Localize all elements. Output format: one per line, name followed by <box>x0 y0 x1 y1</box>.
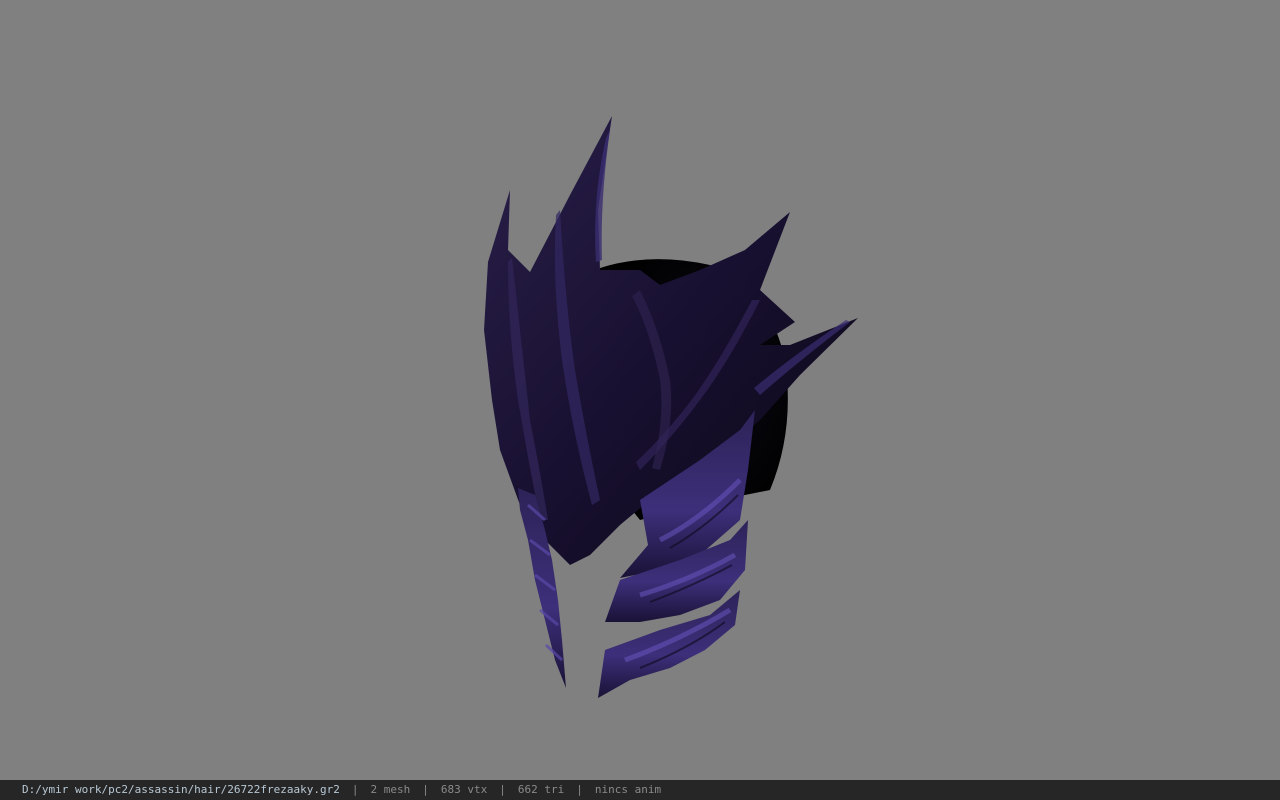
vertex-count-label: 683 vtx <box>440 783 488 796</box>
status-separator: | <box>351 783 359 796</box>
hair-model-render <box>484 116 858 698</box>
mesh-count-label: 2 mesh <box>370 783 411 796</box>
status-separator: | <box>499 783 506 796</box>
3d-viewport[interactable] <box>0 0 1280 780</box>
file-path-label: D:/ymir work/pc2/assassin/hair/26722frez… <box>22 783 340 796</box>
animation-status-label: nincs anim <box>594 783 662 796</box>
status-separator: | <box>576 783 583 796</box>
status-separator: | <box>422 783 429 796</box>
triangle-count-label: 662 tri <box>517 783 565 796</box>
status-bar: D:/ymir work/pc2/assassin/hair/26722frez… <box>0 780 1280 800</box>
